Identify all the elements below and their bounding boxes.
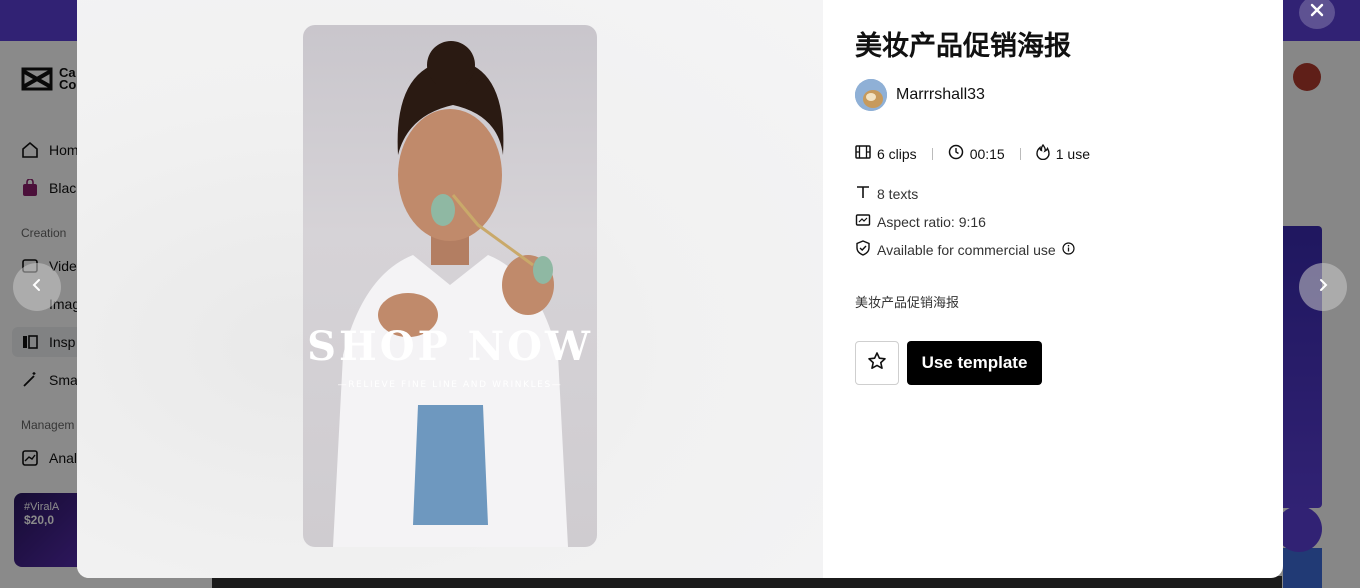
text-icon (855, 184, 871, 203)
commercial-use-text: Available for commercial use (877, 241, 1056, 258)
aspect-ratio-value: Aspect ratio: 9:16 (877, 213, 986, 230)
clips-stat: 6 clips (855, 145, 917, 162)
star-icon (867, 351, 887, 376)
use-template-button[interactable]: Use template (907, 341, 1042, 385)
shield-check-icon (855, 240, 871, 259)
aspect-ratio-meta: Aspect ratio: 9:16 (855, 212, 986, 231)
favorite-button[interactable] (855, 341, 899, 385)
stat-divider (1019, 147, 1021, 160)
info-icon[interactable] (1062, 241, 1075, 258)
template-description: 美妆产品促销海报 (855, 296, 960, 311)
flame-icon (1036, 143, 1050, 163)
author-avatar[interactable] (855, 79, 887, 111)
preview-photo-illustration (333, 41, 568, 547)
next-template-button[interactable] (1299, 263, 1347, 311)
preview-pane: SHOP NOW —RELIEVE FINE LINE AND WRINKLES… (77, 0, 823, 578)
previous-template-button[interactable] (13, 263, 61, 311)
template-preview-video[interactable]: SHOP NOW —RELIEVE FINE LINE AND WRINKLES… (303, 25, 597, 547)
clock-icon (948, 144, 964, 163)
chevron-left-icon (31, 278, 43, 297)
duration-stat: 00:15 (948, 144, 1005, 163)
commercial-use-meta: Available for commercial use (855, 240, 1075, 259)
texts-meta: 8 texts (855, 184, 918, 203)
aspect-ratio-icon (855, 212, 871, 231)
author-row[interactable]: Marrrshall33 (855, 79, 985, 111)
preview-subline: —RELIEVE FINE LINE AND WRINKLES— (337, 380, 563, 390)
close-icon (1310, 3, 1324, 22)
uses-count: 1 use (1055, 145, 1090, 162)
chevron-right-icon (1317, 278, 1329, 297)
clips-count: 6 clips (877, 145, 917, 162)
texts-count: 8 texts (877, 185, 919, 202)
stat-divider (931, 147, 933, 160)
duration-value: 00:15 (969, 145, 1005, 162)
template-title: 美妆产品促销海报 (855, 31, 1071, 62)
template-info-panel: 美妆产品促销海报 Marrrshall33 6 clips 00:15 1 us… (855, 0, 1275, 578)
template-stats: 6 clips 00:15 1 use (855, 143, 1090, 163)
film-icon (855, 145, 871, 162)
template-detail-modal: SHOP NOW —RELIEVE FINE LINE AND WRINKLES… (77, 0, 1283, 578)
author-name[interactable]: Marrrshall33 (896, 86, 985, 104)
uses-stat: 1 use (1036, 143, 1090, 163)
preview-headline: SHOP NOW (307, 323, 593, 370)
